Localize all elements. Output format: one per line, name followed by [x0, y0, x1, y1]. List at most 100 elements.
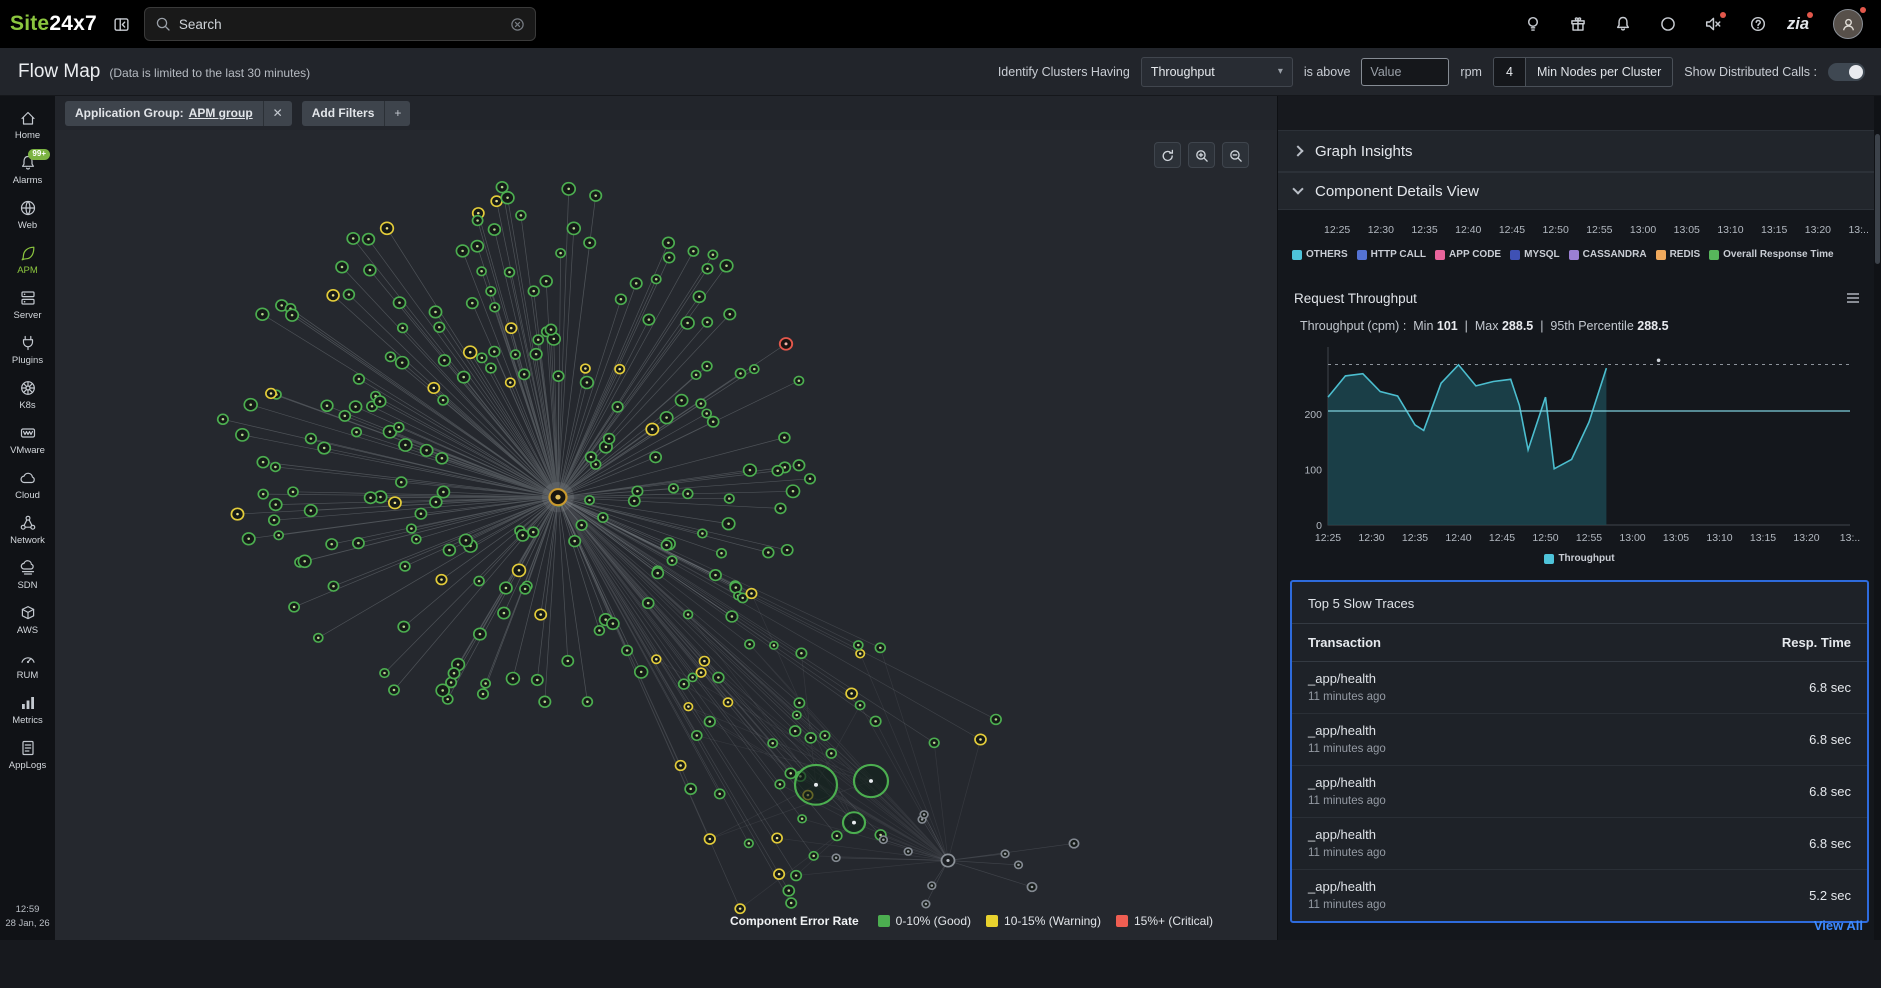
flow-node-core — [401, 327, 404, 329]
sidebar-item-sdn[interactable]: SDN — [0, 552, 55, 597]
add-filter-plus-icon[interactable]: + — [384, 101, 410, 126]
zoom-out-button[interactable] — [1222, 142, 1249, 168]
throughput-chart[interactable]: 010020012:2512:3012:3512:4012:4512:5012:… — [1290, 337, 1876, 551]
zoom-in-button[interactable] — [1188, 142, 1215, 168]
flow-node-core — [262, 461, 265, 463]
filter-value[interactable]: APM group — [189, 106, 253, 120]
flow-node-core — [798, 464, 801, 466]
sidebar-item-alarms[interactable]: Alarms99+ — [0, 147, 55, 192]
collapse-panel-icon[interactable] — [113, 16, 130, 33]
sidebar-item-apm[interactable]: APM — [0, 237, 55, 282]
flow-map-graph[interactable] — [55, 130, 1277, 940]
legend-item-mysql[interactable]: MYSQL — [1510, 249, 1560, 260]
legend-item-others[interactable]: OTHERS — [1292, 249, 1348, 260]
user-avatar[interactable] — [1833, 9, 1863, 39]
topbar: Site24x7 zia — [0, 0, 1881, 48]
sidebar-item-metrics[interactable]: Metrics — [0, 687, 55, 732]
trace-time-ago: 11 minutes ago — [1308, 743, 1386, 755]
sidebar-item-k8s[interactable]: K8s — [0, 372, 55, 417]
trace-resp-time: 5.2 sec — [1809, 888, 1851, 903]
legend-item-overall-response-time[interactable]: Overall Response Time — [1709, 249, 1833, 260]
circle-icon[interactable] — [1659, 15, 1677, 33]
flow-node-core — [731, 615, 734, 617]
flow-node-core — [729, 313, 732, 315]
sidebar-item-plugins[interactable]: Plugins — [0, 327, 55, 372]
applogs-icon — [19, 739, 37, 757]
application-group-filter-chip[interactable]: Application Group: APM group ✕ — [65, 101, 292, 126]
flow-node-core — [748, 643, 751, 645]
legend-item-http-call[interactable]: HTTP CALL — [1357, 249, 1426, 260]
search-input[interactable] — [179, 17, 502, 32]
axis-label: 13:.. — [1848, 224, 1868, 236]
sidebar-item-cloud[interactable]: Cloud — [0, 462, 55, 507]
flow-node-core — [398, 426, 401, 428]
sidebar-item-server[interactable]: Server — [0, 282, 55, 327]
legend-item-redis[interactable]: REDIS — [1656, 249, 1701, 260]
logo-24x7: 24x7 — [49, 12, 97, 35]
sidebar-item-aws[interactable]: AWS — [0, 597, 55, 642]
flow-node-core — [594, 463, 597, 465]
bell-icon[interactable] — [1614, 15, 1632, 33]
flow-map-canvas[interactable]: Component Error Rate 0-10% (Good)10-15% … — [55, 130, 1277, 940]
view-all-link[interactable]: View All — [1814, 918, 1863, 933]
traces-title: Top 5 Slow Traces — [1292, 582, 1867, 623]
app-logo[interactable]: Site24x7 — [10, 12, 97, 36]
flow-node-core — [310, 437, 313, 439]
flow-node-core — [369, 496, 372, 498]
distributed-calls-toggle[interactable] — [1828, 63, 1865, 81]
scrollbar[interactable] — [1874, 96, 1881, 940]
trace-resp-time: 6.8 sec — [1809, 680, 1851, 695]
trace-row[interactable]: _app/health11 minutes ago6.8 sec — [1292, 818, 1867, 870]
flow-node-core — [835, 857, 838, 859]
trace-row[interactable]: _app/health11 minutes ago5.2 sec — [1292, 870, 1867, 921]
flow-node-core — [480, 270, 483, 272]
refresh-button[interactable] — [1154, 142, 1181, 168]
flow-node-core — [798, 702, 801, 704]
flow-node-core — [550, 328, 553, 330]
axis-label: 13:00 — [1630, 224, 1656, 236]
legend-item-throughput[interactable]: Throughput — [1544, 553, 1614, 564]
global-search[interactable] — [144, 7, 536, 41]
sidebar-item-network[interactable]: Network — [0, 507, 55, 552]
flow-node-core — [261, 313, 264, 315]
traces-rows: _app/health11 minutes ago6.8 sec_app/hea… — [1292, 662, 1867, 921]
flow-node-core — [706, 321, 709, 323]
flow-node-core — [293, 606, 296, 608]
gift-icon[interactable] — [1569, 15, 1587, 33]
sidebar-item-web[interactable]: Web — [0, 192, 55, 237]
axis-label: 12:55 — [1586, 224, 1612, 236]
flow-node-core — [403, 625, 406, 627]
flow-node-core — [270, 392, 273, 394]
flow-node-core — [656, 572, 659, 574]
flow-node-core — [310, 509, 313, 511]
flow-node-core — [753, 368, 756, 370]
help-icon[interactable] — [1749, 15, 1767, 33]
threshold-value-input[interactable] — [1361, 58, 1449, 86]
component-details-header[interactable]: Component Details View — [1278, 172, 1881, 210]
clear-search-icon[interactable] — [510, 17, 525, 32]
trace-row[interactable]: _app/health11 minutes ago6.8 sec — [1292, 766, 1867, 818]
flow-node-core — [636, 490, 639, 492]
distributed-calls-label: Show Distributed Calls : — [1684, 65, 1817, 79]
sidebar-item-rum[interactable]: RUM — [0, 642, 55, 687]
zia-logo[interactable]: zia — [1787, 15, 1809, 34]
cluster-metric-dropdown[interactable]: Throughput ▾ — [1141, 57, 1293, 87]
trace-row[interactable]: _app/health11 minutes ago6.8 sec — [1292, 662, 1867, 714]
flow-node-core — [273, 519, 276, 521]
speaker-muted-icon[interactable] — [1704, 15, 1722, 33]
legend-item-cassandra[interactable]: CASSANDRA — [1569, 249, 1647, 260]
bulb-icon[interactable] — [1524, 15, 1542, 33]
chart-menu-icon[interactable] — [1845, 290, 1861, 306]
legend-item-app-code[interactable]: APP CODE — [1435, 249, 1501, 260]
y-tick-label: 0 — [1316, 520, 1322, 532]
page-header: Flow Map (Data is limited to the last 30… — [0, 48, 1881, 96]
remove-filter-icon[interactable]: ✕ — [263, 101, 292, 126]
scrollbar-thumb[interactable] — [1875, 134, 1880, 264]
sidebar-item-vmware[interactable]: VMware — [0, 417, 55, 462]
sidebar-item-applogs[interactable]: AppLogs — [0, 732, 55, 777]
add-filters-chip[interactable]: Add Filters + — [302, 101, 411, 126]
min-nodes-input[interactable] — [1494, 58, 1526, 86]
graph-insights-header[interactable]: Graph Insights — [1278, 130, 1881, 172]
sidebar-item-home[interactable]: Home — [0, 102, 55, 147]
trace-row[interactable]: _app/health11 minutes ago6.8 sec — [1292, 714, 1867, 766]
